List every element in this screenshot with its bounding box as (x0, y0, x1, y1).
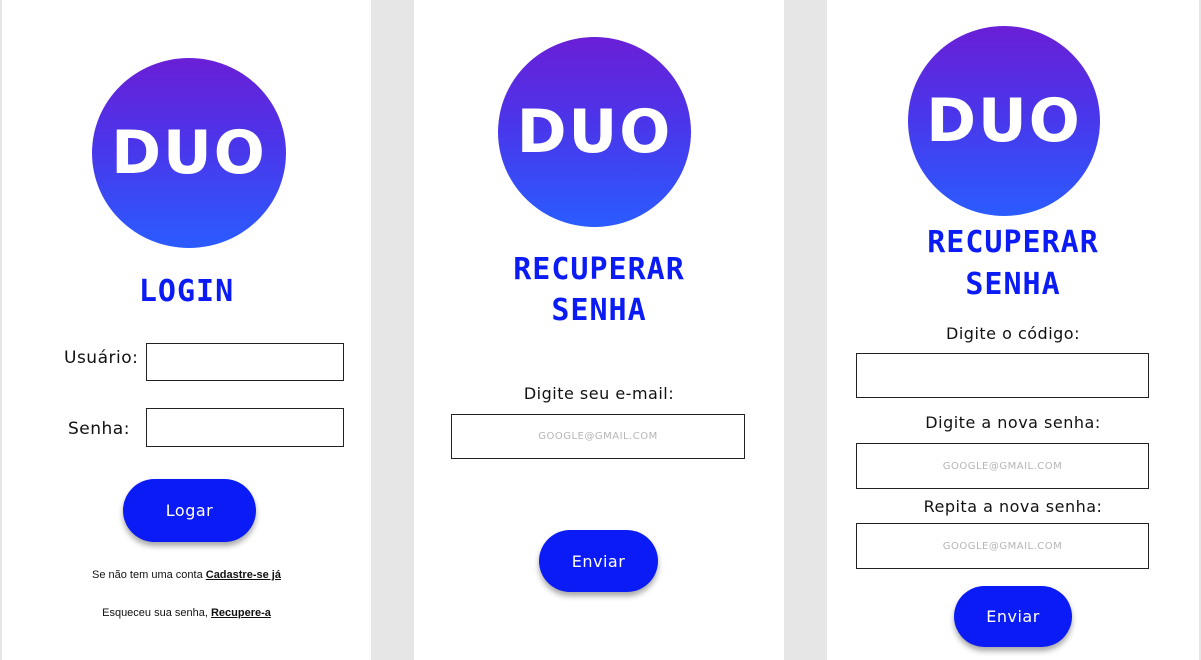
username-input[interactable] (146, 343, 344, 381)
password-input[interactable] (146, 408, 344, 447)
login-panel: DUO LOGIN Usuário: Senha: Logar Se não t… (2, 0, 371, 660)
recover-reset-panel: DUO RECUPERAR SENHA Digite o código: Dig… (827, 0, 1199, 660)
logo-text: DUO (516, 97, 673, 167)
page-title-line1: RECUPERAR (927, 225, 1099, 260)
signup-prefix: Se não tem uma conta (92, 569, 206, 581)
duo-logo: DUO (92, 58, 286, 248)
recover-prefix: Esqueceu sua senha, (102, 607, 211, 619)
send-button[interactable]: Enviar (954, 586, 1072, 647)
code-input[interactable] (856, 353, 1149, 398)
login-button[interactable]: Logar (123, 479, 256, 542)
repeat-password-label: Repita a nova senha: (923, 497, 1103, 516)
logo-text: DUO (926, 86, 1082, 156)
new-password-label: Digite a nova senha: (925, 413, 1101, 432)
page-title-line2: SENHA (551, 293, 647, 328)
page-title: LOGIN (138, 274, 235, 309)
password-label: Senha: (68, 419, 130, 439)
new-password-input[interactable]: GOOGLE@GMAIL.COM (856, 443, 1149, 489)
page-title-line2: SENHA (965, 267, 1061, 302)
email-input[interactable]: GOOGLE@GMAIL.COM (451, 414, 745, 459)
user-label: Usuário: (64, 348, 139, 368)
recover-link[interactable]: Recupere-a (211, 607, 271, 619)
duo-logo: DUO (498, 37, 691, 227)
signup-link[interactable]: Cadastre-se já (206, 569, 281, 581)
email-label: Digite seu e-mail: (523, 384, 675, 403)
repeat-password-input[interactable]: GOOGLE@GMAIL.COM (856, 523, 1149, 569)
signup-text: Se não tem uma conta Cadastre-se já (2, 569, 371, 581)
recover-request-panel: DUO RECUPERAR SENHA Digite seu e-mail: G… (414, 0, 784, 660)
logo-text: DUO (111, 118, 267, 188)
recover-text: Esqueceu sua senha, Recupere-a (2, 607, 371, 619)
page-title-line1: RECUPERAR (513, 252, 685, 287)
code-label: Digite o código: (946, 324, 1080, 343)
send-button[interactable]: Enviar (539, 530, 658, 592)
duo-logo: DUO (908, 26, 1100, 216)
